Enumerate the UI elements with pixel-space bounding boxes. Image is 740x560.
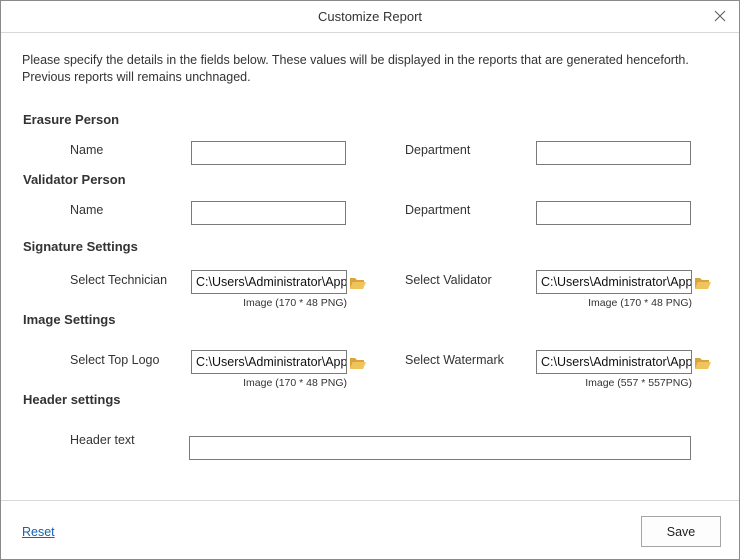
title-bar: Customize Report (1, 1, 739, 33)
intro-text: Please specify the details in the fields… (22, 53, 689, 84)
top-logo-image-hint: Image (170 * 48 PNG) (243, 377, 347, 389)
validator-department-input[interactable] (536, 201, 691, 225)
select-watermark-label: Select Watermark (405, 353, 504, 367)
technician-path-field[interactable]: C:\Users\Administrator\AppData (191, 270, 347, 294)
select-top-logo-label: Select Top Logo (70, 353, 160, 367)
erasure-department-input[interactable] (536, 141, 691, 165)
erasure-person-heading: Erasure Person (23, 112, 120, 127)
signature-settings-heading: Signature Settings (23, 239, 138, 254)
erasure-department-label: Department (405, 143, 471, 157)
erasure-name-input[interactable] (191, 141, 346, 165)
reset-link[interactable]: Reset (22, 525, 55, 539)
folder-open-icon[interactable] (349, 276, 367, 290)
folder-open-icon[interactable] (694, 276, 712, 290)
validator-name-input[interactable] (191, 201, 346, 225)
watermark-image-hint: Image (557 * 557PNG) (585, 377, 692, 389)
header-text-input[interactable] (189, 436, 691, 460)
top-logo-path-field[interactable]: C:\Users\Administrator\AppData (191, 350, 347, 374)
validator-person-heading: Validator Person (23, 172, 126, 187)
header-text-label: Header text (70, 433, 135, 447)
technician-image-hint: Image (170 * 48 PNG) (243, 297, 347, 309)
customize-report-dialog: Customize Report Please specify the deta… (0, 0, 740, 560)
folder-open-icon[interactable] (349, 356, 367, 370)
validator-image-hint: Image (170 * 48 PNG) (588, 297, 692, 309)
folder-open-icon[interactable] (694, 356, 712, 370)
image-settings-heading: Image Settings (23, 312, 116, 327)
dialog-title: Customize Report (317, 9, 423, 24)
select-technician-label: Select Technician (70, 273, 168, 287)
header-settings-heading: Header settings (23, 392, 121, 407)
footer-divider (1, 500, 739, 501)
validator-department-label: Department (405, 203, 471, 217)
select-validator-label: Select Validator (405, 273, 492, 287)
close-button[interactable] (709, 6, 731, 26)
validator-name-label: Name (70, 203, 104, 217)
save-button[interactable]: Save (641, 516, 721, 547)
validator-path-field[interactable]: C:\Users\Administrator\AppData (536, 270, 692, 294)
erasure-name-label: Name (70, 143, 104, 157)
close-icon (714, 10, 726, 22)
watermark-path-field[interactable]: C:\Users\Administrator\AppData (536, 350, 692, 374)
